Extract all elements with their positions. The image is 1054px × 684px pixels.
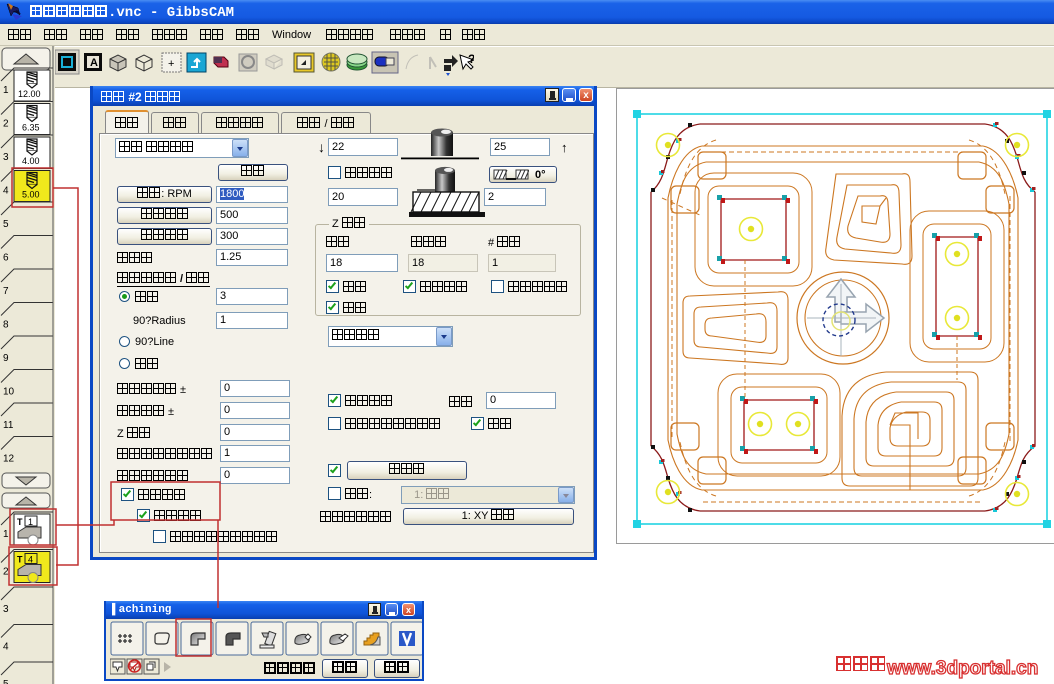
svg-text:4.00: 4.00 — [22, 156, 40, 166]
svg-text:T: T — [17, 555, 23, 565]
svg-text:1: 1 — [28, 517, 33, 527]
svg-text:8: 8 — [3, 320, 9, 331]
svg-text:4: 4 — [28, 555, 33, 565]
svg-text:4: 4 — [3, 186, 9, 197]
svg-text:9: 9 — [3, 353, 9, 364]
svg-text:5.00: 5.00 — [22, 190, 40, 200]
svg-text:12.00: 12.00 — [18, 89, 41, 99]
svg-text:11: 11 — [3, 420, 14, 431]
svg-text:6: 6 — [3, 253, 9, 264]
svg-text:7: 7 — [3, 286, 9, 297]
svg-text:T: T — [17, 517, 23, 527]
svg-text:3: 3 — [3, 604, 9, 615]
svg-text:1: 1 — [3, 85, 9, 96]
svg-text:5: 5 — [3, 679, 9, 684]
svg-text:+: + — [168, 58, 174, 70]
svg-text:12: 12 — [3, 454, 15, 465]
svg-text:5: 5 — [3, 219, 9, 230]
svg-text:6.35: 6.35 — [22, 123, 40, 133]
svg-text:3: 3 — [3, 152, 9, 163]
svg-text:2: 2 — [3, 567, 9, 578]
svg-text:4: 4 — [3, 642, 9, 653]
svg-text:?: ? — [468, 52, 474, 66]
svg-text:2: 2 — [3, 119, 9, 130]
svg-text:1: 1 — [3, 529, 9, 540]
svg-text:A: A — [90, 57, 98, 69]
svg-text:10: 10 — [3, 387, 15, 398]
